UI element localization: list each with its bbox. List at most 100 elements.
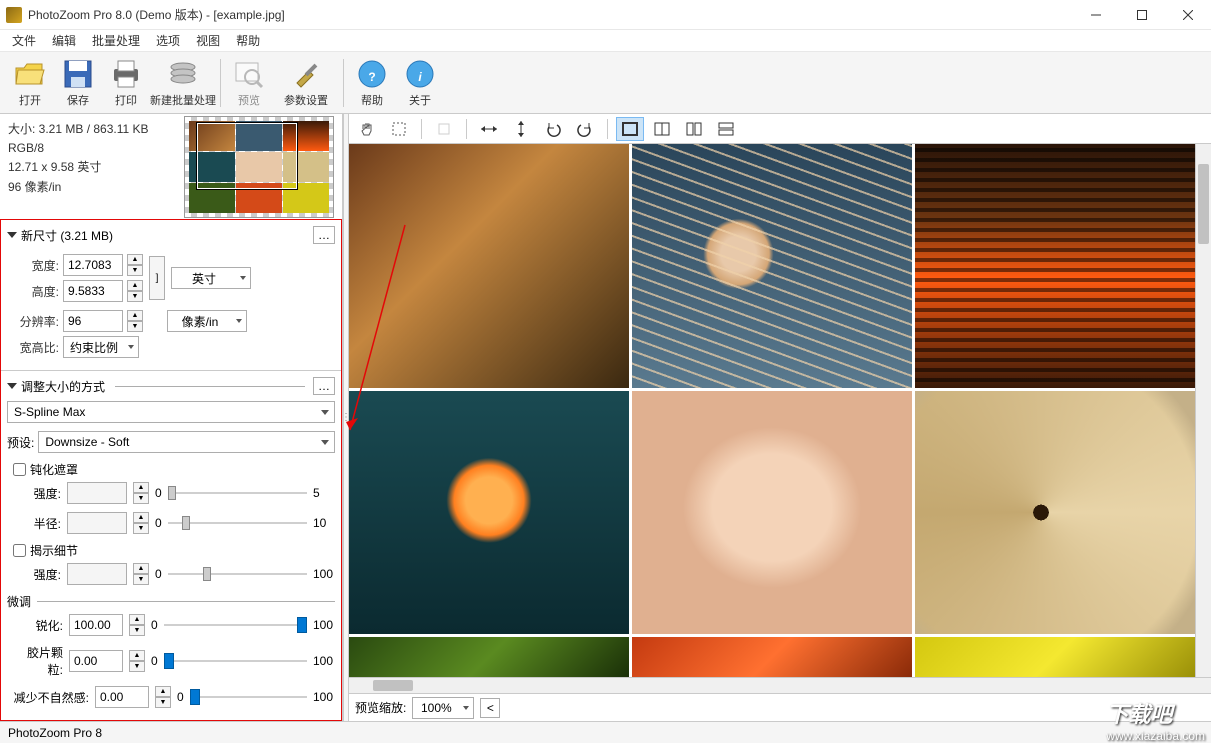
reveal-strength-spinner: ▲▼ <box>133 563 149 585</box>
preset-combo[interactable]: Downsize - Soft <box>38 431 335 453</box>
size-unit-combo[interactable]: 英寸 <box>171 267 251 289</box>
view-single-button[interactable] <box>616 117 644 141</box>
navigator-viewport[interactable] <box>197 123 297 189</box>
printer-icon <box>110 58 142 90</box>
flip-h-button[interactable] <box>475 117 503 141</box>
aspect-label: 宽高比: <box>17 339 59 356</box>
width-input[interactable] <box>63 254 123 276</box>
reveal-checkbox[interactable] <box>13 544 26 557</box>
menu-view[interactable]: 视图 <box>188 30 228 51</box>
batch-icon <box>167 58 199 90</box>
grain-input[interactable] <box>69 650 123 672</box>
info-res: 96 像素/in <box>8 178 167 197</box>
open-button[interactable]: 打开 <box>6 55 54 111</box>
menubar: 文件 编辑 批量处理 选项 视图 帮助 <box>0 30 1211 52</box>
unsharp-strength-slider[interactable] <box>168 484 307 502</box>
app-icon <box>6 7 22 23</box>
unsharp-radius-spinner: ▲▼ <box>133 512 149 534</box>
zoom-prev-button[interactable]: < <box>480 698 500 718</box>
marquee-tool-button[interactable] <box>385 117 413 141</box>
view-2row-button[interactable] <box>712 117 740 141</box>
sharpen-spinner[interactable]: ▲▼ <box>129 614 145 636</box>
new-size-options-button[interactable] <box>313 226 335 244</box>
height-spinner[interactable]: ▲▼ <box>127 280 143 302</box>
strength-label: 强度: <box>17 485 61 502</box>
settings-button[interactable]: 参数设置 <box>273 55 339 111</box>
rotate-right-button[interactable] <box>571 117 599 141</box>
info-dim: 12.71 x 9.58 英寸 <box>8 158 167 177</box>
reveal-strength-input <box>67 563 127 585</box>
resolution-spinner[interactable]: ▲▼ <box>127 310 143 332</box>
preview-toolbar <box>349 114 1211 144</box>
preview-canvas[interactable] <box>349 144 1195 677</box>
resolution-unit-combo[interactable]: 像素/in <box>167 310 247 332</box>
grain-spinner[interactable]: ▲▼ <box>129 650 145 672</box>
height-label: 高度: <box>17 283 59 300</box>
preview-button[interactable]: 预览 <box>225 55 273 111</box>
menu-options[interactable]: 选项 <box>148 30 188 51</box>
help-button[interactable]: ?帮助 <box>348 55 396 111</box>
unsharp-radius-slider[interactable] <box>168 514 307 532</box>
flip-v-button[interactable] <box>507 117 535 141</box>
reveal-strength-slider[interactable] <box>168 565 307 583</box>
link-aspect-button[interactable]: ] <box>149 256 165 300</box>
unsharp-radius-input <box>67 512 127 534</box>
width-spinner[interactable]: ▲▼ <box>127 254 143 276</box>
crop-button[interactable] <box>430 117 458 141</box>
menu-batch[interactable]: 批量处理 <box>84 30 148 51</box>
collapse-icon[interactable] <box>7 232 17 238</box>
fine-tuning-label: 微调 <box>7 593 31 610</box>
status-text: PhotoZoom Pro 8 <box>8 726 102 740</box>
folder-icon <box>14 58 46 90</box>
view-2col-button[interactable] <box>680 117 708 141</box>
aspect-combo[interactable]: 约束比例 <box>63 336 139 358</box>
sharpen-input[interactable] <box>69 614 123 636</box>
collapse-icon[interactable] <box>7 383 17 389</box>
magnify-icon <box>233 58 265 90</box>
print-button[interactable]: 打印 <box>102 55 150 111</box>
left-panel: 大小: 3.21 MB / 863.11 KB RGB/8 12.71 x 9.… <box>0 114 343 721</box>
section-resize-title: 调整大小的方式 <box>21 378 105 395</box>
grain-slider[interactable] <box>164 652 307 670</box>
resize-method-combo[interactable]: S-Spline Max <box>7 401 335 423</box>
reveal-label: 揭示细节 <box>30 542 78 559</box>
menu-file[interactable]: 文件 <box>4 30 44 51</box>
main-toolbar: 打开 保存 打印 新建批量处理 预览 参数设置 ?帮助 i关于 <box>0 52 1211 114</box>
horizontal-scrollbar[interactable] <box>349 677 1211 693</box>
navigator-thumbnail[interactable] <box>184 116 334 218</box>
reveal-strength-label: 强度: <box>17 566 61 583</box>
zoom-combo[interactable]: 100% <box>412 697 474 719</box>
height-input[interactable] <box>63 280 123 302</box>
unsharp-checkbox[interactable] <box>13 463 26 476</box>
about-button[interactable]: i关于 <box>396 55 444 111</box>
window-title: PhotoZoom Pro 8.0 (Demo 版本) - [example.j… <box>28 6 1073 23</box>
view-split-v-button[interactable] <box>648 117 676 141</box>
minimize-button[interactable] <box>1073 0 1119 30</box>
titlebar: PhotoZoom Pro 8.0 (Demo 版本) - [example.j… <box>0 0 1211 30</box>
image-info: 大小: 3.21 MB / 863.11 KB RGB/8 12.71 x 9.… <box>0 114 175 219</box>
save-button[interactable]: 保存 <box>54 55 102 111</box>
menu-edit[interactable]: 编辑 <box>44 30 84 51</box>
width-label: 宽度: <box>17 257 59 274</box>
unnatural-spinner[interactable]: ▲▼ <box>155 686 171 708</box>
watermark-overlay: 下载吧 www.xiazaiba.com <box>1106 697 1205 743</box>
vertical-scrollbar[interactable] <box>1195 144 1211 677</box>
maximize-button[interactable] <box>1119 0 1165 30</box>
unnatural-input[interactable] <box>95 686 149 708</box>
unnatural-slider[interactable] <box>190 688 307 706</box>
resolution-input[interactable] <box>63 310 123 332</box>
toolbar-separator <box>343 59 344 107</box>
toolbar-separator <box>220 59 221 107</box>
unsharp-strength-spinner: ▲▼ <box>133 482 149 504</box>
hand-tool-button[interactable] <box>353 117 381 141</box>
sharpen-slider[interactable] <box>164 616 307 634</box>
info-size: 大小: 3.21 MB / 863.11 KB <box>8 120 167 139</box>
menu-help[interactable]: 帮助 <box>228 30 268 51</box>
close-button[interactable] <box>1165 0 1211 30</box>
resize-options-button[interactable] <box>313 377 335 395</box>
disk-icon <box>62 58 94 90</box>
tools-icon <box>290 58 322 90</box>
grain-label: 胶片颗粒: <box>17 644 63 678</box>
rotate-left-button[interactable] <box>539 117 567 141</box>
new-batch-button[interactable]: 新建批量处理 <box>150 55 216 111</box>
